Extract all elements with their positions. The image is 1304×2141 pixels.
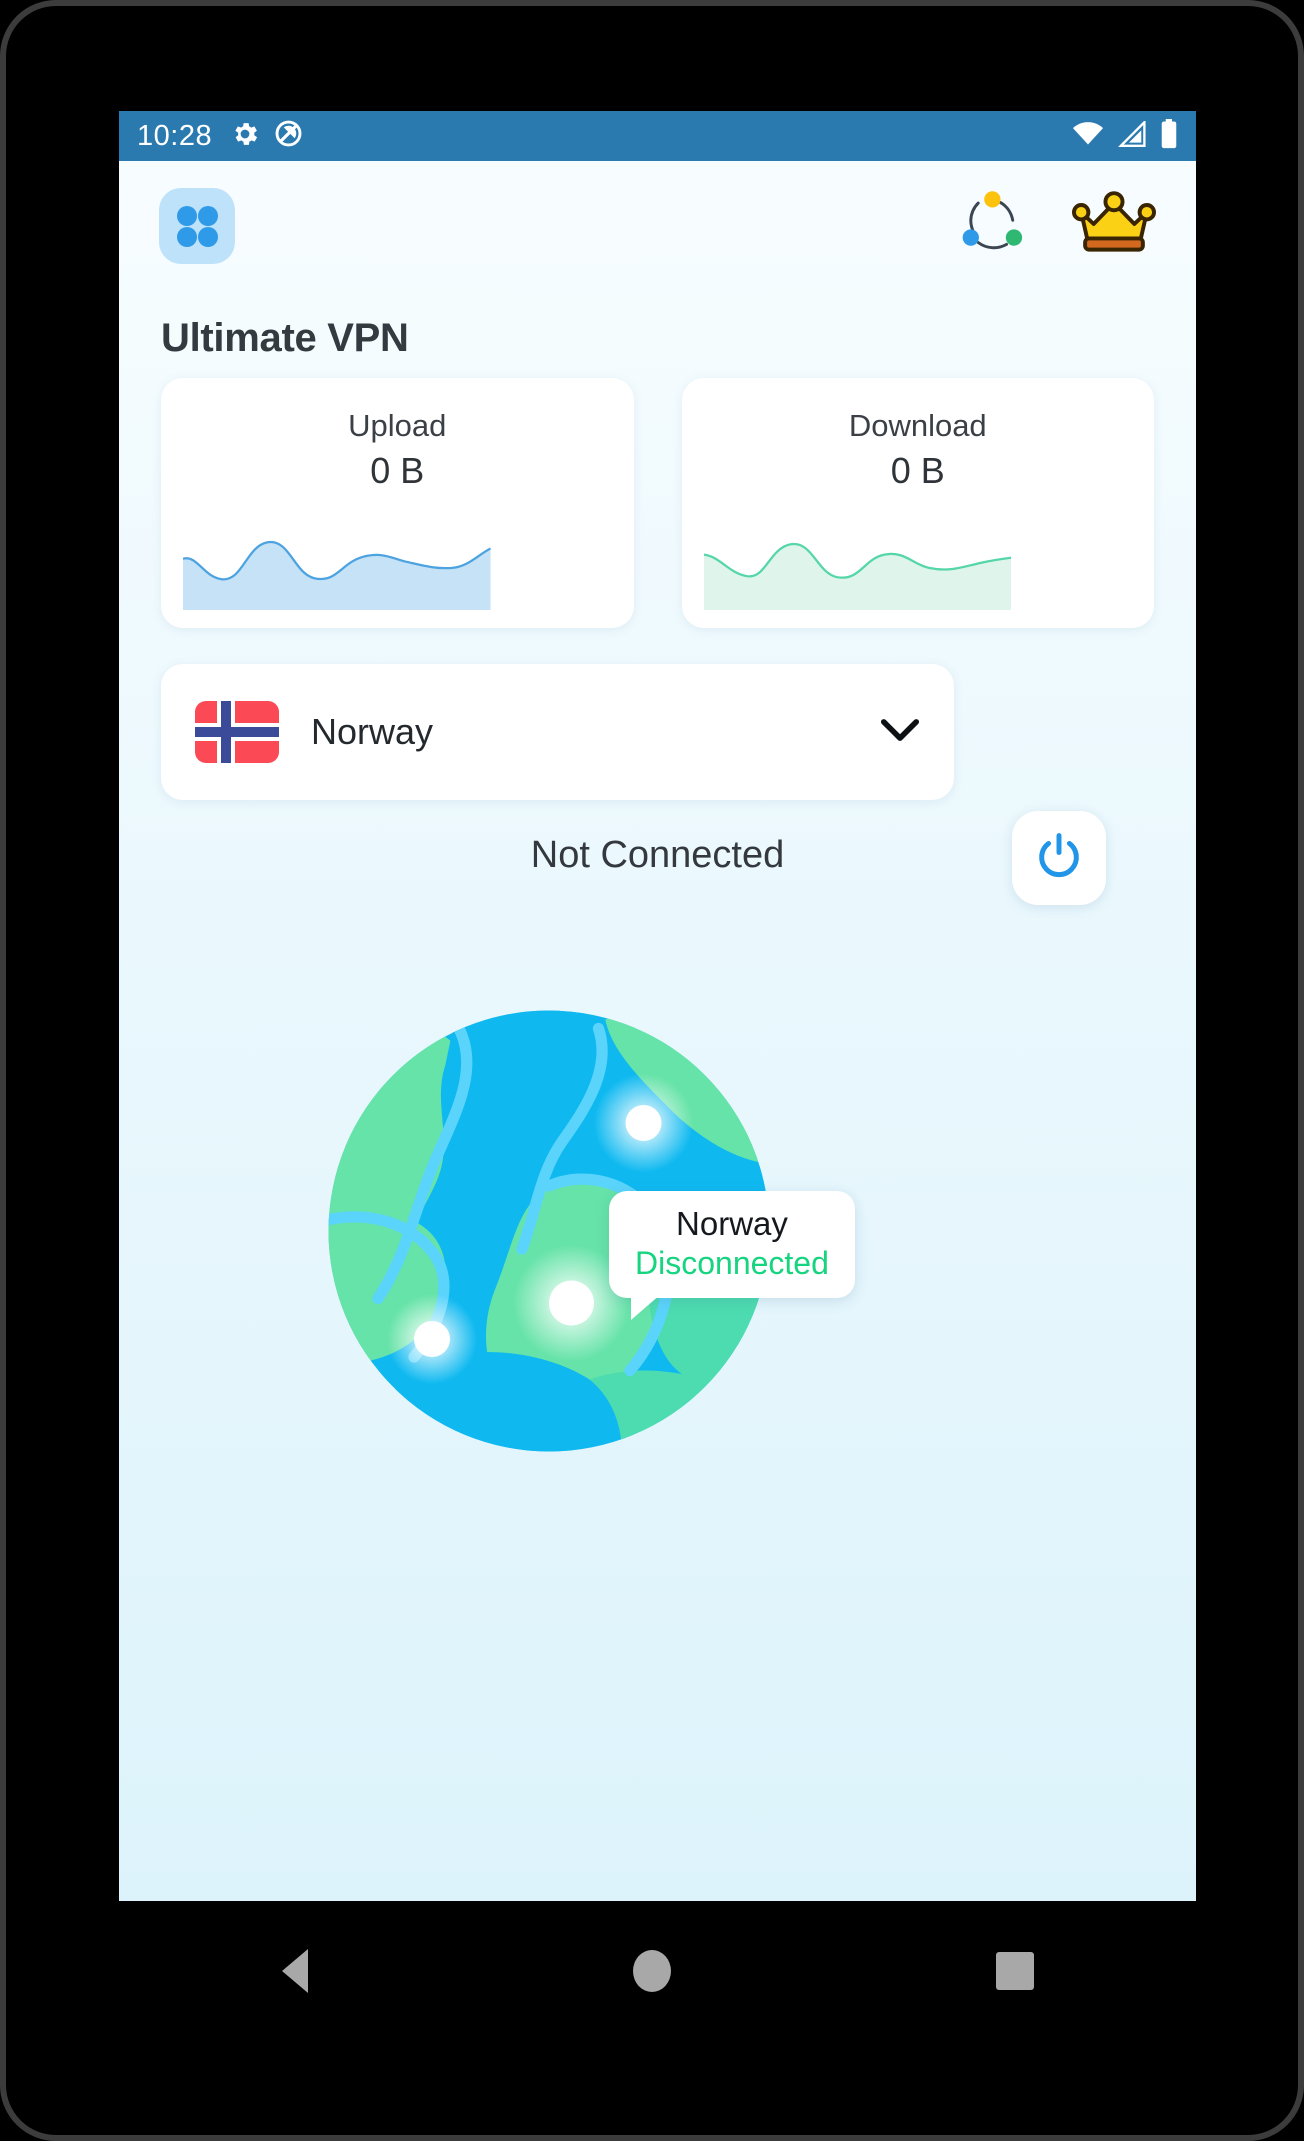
battery-icon (1160, 118, 1178, 154)
upload-label: Upload (348, 408, 447, 443)
download-label: Download (848, 408, 987, 443)
norway-flag-icon (195, 701, 279, 763)
app-header (119, 161, 1196, 291)
tooltip-tail (631, 1294, 661, 1320)
device-frame: 10:28 Ultimate VPN Upload 0 B Download 0… (0, 0, 1304, 2141)
page-title: Ultimate VPN (161, 316, 409, 360)
status-bar-clock: 10:28 (137, 119, 213, 152)
download-value: 0 B (890, 450, 945, 491)
country-selector[interactable]: Norway (161, 664, 954, 800)
map-marker (625, 1105, 662, 1141)
tooltip-status: Disconnected (635, 1245, 829, 1281)
wifi-icon (1072, 121, 1104, 152)
phone-screen: 10:28 Ultimate VPN Upload 0 B Download 0… (119, 111, 1196, 1901)
map-tooltip: Norway Disconnected (609, 1191, 855, 1320)
grid-dot (176, 226, 197, 247)
tooltip-country: Norway (676, 1205, 788, 1242)
selected-country-label: Norway (311, 711, 434, 752)
android-nav-bar (119, 1901, 1196, 2041)
grid-dot (176, 205, 197, 226)
triangle-left-icon[interactable] (281, 1949, 308, 1993)
upload-stat-card: Upload 0 B (161, 378, 634, 628)
traffic-stats-row: Upload 0 B Download 0 B (161, 378, 1154, 628)
gear-icon (230, 119, 260, 154)
circle-icon[interactable] (632, 1950, 671, 1992)
cellular-signal-icon (1117, 118, 1147, 152)
download-stat-card: Download 0 B (681, 378, 1154, 628)
power-toggle-button[interactable] (1012, 811, 1106, 905)
status-bar: 10:28 (119, 111, 1196, 161)
crown-icon[interactable] (1072, 190, 1156, 262)
circular-nodes-icon[interactable] (956, 187, 1030, 266)
square-icon[interactable] (995, 1952, 1034, 1990)
do-not-disturb-icon (274, 119, 303, 153)
upload-sparkline (183, 541, 491, 610)
map-marker (414, 1321, 450, 1357)
download-sparkline (703, 543, 1011, 610)
power-icon (1033, 830, 1085, 887)
map-marker (549, 1280, 594, 1326)
grid-dot (197, 226, 218, 247)
grid-dot (197, 205, 218, 226)
chevron-down-icon[interactable] (880, 717, 920, 748)
grid-apps-icon[interactable] (159, 188, 235, 264)
upload-value: 0 B (370, 450, 425, 491)
